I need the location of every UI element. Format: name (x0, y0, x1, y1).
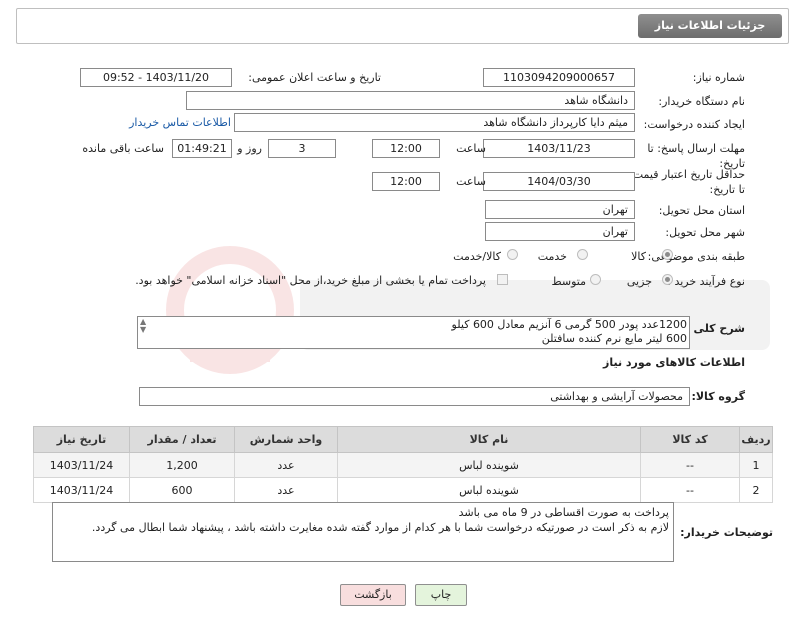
process-label: نوع فرآیند خرید : (667, 275, 745, 288)
days-remaining-field: 3 (268, 139, 336, 158)
buyer-notes-line-1: پرداخت به صورت اقساطی در 9 ماه می باشد (458, 506, 669, 519)
col-item-code: کد کالا (640, 426, 740, 453)
category-goods-service-text: کالا/خدمت (453, 250, 501, 263)
col-need-date: تاریخ نیاز (33, 426, 130, 453)
deadline-date-field: 1403/11/23 (483, 139, 635, 158)
treasury-payment-checkbox[interactable] (497, 274, 508, 285)
category-service-text: خدمت (537, 250, 567, 263)
cell-row-number: 1 (739, 452, 773, 478)
page-header-bar: جزئیات اطلاعات نیاز (16, 8, 789, 44)
cell-unit: عدد (234, 477, 338, 503)
summary-line-1: 1200عدد پودر 500 گرمی 6 آنزیم معادل 600 … (451, 318, 687, 331)
buyer-contact-link[interactable]: اطلاعات تماس خریدار (129, 116, 231, 129)
print-button[interactable]: چاپ (415, 584, 467, 606)
cell-item-code: -- (640, 452, 740, 478)
goods-section-title: اطلاعات کالاهای مورد نیاز (603, 356, 745, 369)
goods-table: ردیف کد کالا نام کالا واحد شمارش تعداد /… (33, 426, 773, 503)
cell-item-name: شوینده لباس (337, 477, 641, 503)
cell-quantity: 600 (129, 477, 235, 503)
buyer-org-field: دانشگاه شاهد (186, 91, 635, 110)
col-unit: واحد شمارش (234, 426, 338, 453)
category-service-radio[interactable] (577, 249, 588, 260)
requester-field: میثم دایا کارپرداز دانشگاه شاهد (234, 113, 635, 132)
process-medium-text: متوسط (551, 275, 586, 288)
price-validity-label: حداقل تاریخ اعتبار قیمت: تا تاریخ: (629, 168, 745, 196)
announce-datetime-field: 1403/11/20 - 09:52 (80, 68, 232, 87)
cell-unit: عدد (234, 452, 338, 478)
category-goods-service-radio[interactable] (507, 249, 518, 260)
col-item-name: نام کالا (337, 426, 641, 453)
cell-need-date: 1403/11/24 (33, 477, 130, 503)
need-number-field: 1103094209000657 (483, 68, 635, 87)
remaining-time-label: ساعت باقی مانده (82, 142, 164, 155)
buyer-org-label: نام دستگاه خریدار: (658, 95, 745, 108)
col-row-number: ردیف (739, 426, 773, 453)
need-number-label: شماره نیاز: (692, 71, 745, 84)
table-header-row: ردیف کد کالا نام کالا واحد شمارش تعداد /… (33, 426, 773, 453)
remaining-time-field: 01:49:21 (172, 139, 232, 158)
cell-quantity: 1,200 (129, 452, 235, 478)
category-goods-radio[interactable] (662, 249, 673, 260)
back-button[interactable]: بازگشت (340, 584, 406, 606)
buyer-notes-box: پرداخت به صورت اقساطی در 9 ماه می باشد ل… (52, 502, 674, 562)
category-goods-text: کالا (631, 250, 646, 263)
page-title: جزئیات اطلاعات نیاز (638, 14, 782, 38)
buyer-notes-label: توضیحات خریدار: (680, 526, 773, 539)
summary-line-2: 600 لیتر مایع نرم کننده سافتلن (541, 332, 687, 345)
cell-need-date: 1403/11/24 (33, 452, 130, 478)
table-row[interactable]: 1 -- شوینده لباس عدد 1,200 1403/11/24 (33, 452, 773, 478)
buyer-notes-line-2: لازم به ذکر است در صورتیکه درخواست شما ب… (91, 521, 669, 534)
validity-time-label: ساعت (456, 175, 486, 188)
province-field: تهران (485, 200, 635, 219)
goods-group-field: محصولات آرایشی و بهداشتی (139, 387, 690, 406)
city-label: شهر محل تحویل: (665, 226, 745, 239)
deadline-time-field: 12:00 (372, 139, 440, 158)
validity-time-field: 12:00 (372, 172, 440, 191)
col-quantity: تعداد / مقدار (129, 426, 235, 453)
requester-label: ایجاد کننده درخواست: (643, 118, 745, 131)
table-row[interactable]: 2 -- شوینده لباس عدد 600 1403/11/24 (33, 477, 773, 503)
textarea-scroll-icon[interactable]: ▲ ▼ (140, 318, 146, 334)
process-minor-text: جزیی (626, 275, 652, 288)
goods-group-label: گروه کالا: (691, 390, 745, 403)
process-medium-radio[interactable] (590, 274, 601, 285)
validity-date-field: 1404/03/30 (483, 172, 635, 191)
announce-label: تاریخ و ساعت اعلان عمومی: (248, 71, 381, 84)
province-label: استان محل تحویل: (658, 204, 745, 217)
deadline-time-label: ساعت (456, 142, 486, 155)
cell-item-name: شوینده لباس (337, 452, 641, 478)
cell-row-number: 2 (739, 477, 773, 503)
payment-note: پرداخت تمام یا بخشی از مبلغ خرید،از محل … (135, 274, 486, 287)
days-label: روز و (237, 142, 262, 155)
summary-textarea[interactable]: 1200عدد پودر 500 گرمی 6 آنزیم معادل 600 … (137, 316, 690, 349)
city-field: تهران (485, 222, 635, 241)
cell-item-code: -- (640, 477, 740, 503)
process-minor-radio[interactable] (662, 274, 673, 285)
